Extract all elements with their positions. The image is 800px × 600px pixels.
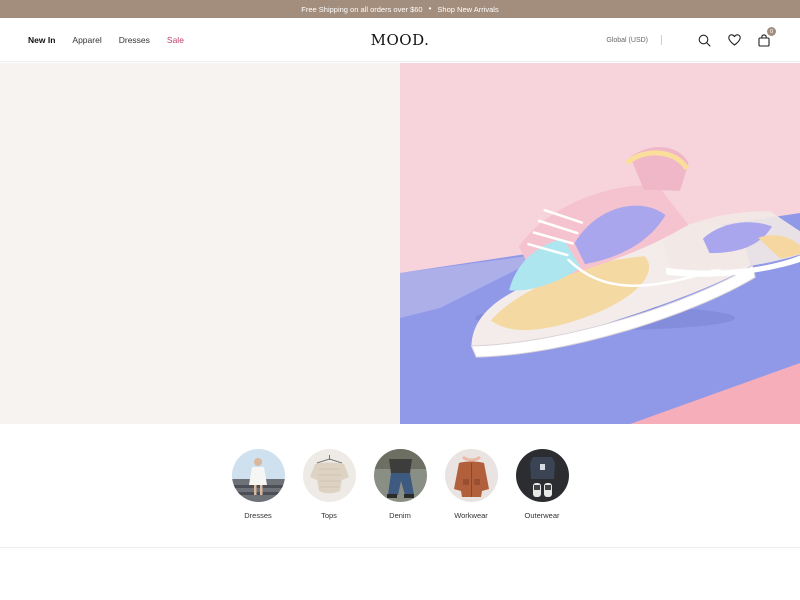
category-outerwear-label: Outerwear [524,511,560,520]
category-workwear-label: Workwear [454,511,488,520]
hero-image[interactable] [400,63,800,424]
announcement-text: Free Shipping on all orders over $60 [301,4,423,14]
category-outerwear[interactable]: Outerwear [515,449,569,529]
shop-new-arrivals-link[interactable]: Shop New Arrivals [437,5,498,14]
nav-item-new-in[interactable]: New In [28,35,55,45]
shopping-bag-icon[interactable]: 0 [756,27,776,48]
category-workwear[interactable]: Workwear [444,449,498,529]
nav-item-apparel[interactable]: Apparel [72,35,101,45]
cart-count-badge: 0 [767,27,776,36]
category-dresses-label: Dresses [244,511,272,520]
announcement-bar: Free Shipping on all orders over $60 • S… [0,0,800,18]
region-selector[interactable]: Global (USD) [606,37,648,44]
nav-item-sale[interactable]: Sale [167,35,184,45]
header-tools: Global (USD) 0 [606,18,776,62]
category-outerwear-image[interactable] [515,449,569,502]
search-icon[interactable] [696,32,712,48]
category-denim-label: Denim [389,511,411,520]
tools-divider [661,35,662,45]
site-header: New In Apparel Dresses Sale MOOD. Global… [0,18,800,62]
category-denim[interactable]: Denim [373,449,427,529]
heart-icon[interactable] [726,32,742,48]
category-tops-label: Tops [321,511,337,520]
category-dresses-image[interactable] [231,449,285,502]
category-denim-image[interactable] [373,449,427,502]
category-dresses[interactable]: Dresses [231,449,285,529]
nav-item-dresses[interactable]: Dresses [119,35,150,45]
category-tops[interactable]: Tops [302,449,356,529]
hero-banner [0,63,800,424]
section-divider [0,547,800,548]
category-circles: Dresses Tops Denim Workwear Outerwear [0,449,800,529]
announcement-separator: • [428,4,432,13]
brand-logo[interactable]: MOOD. [371,31,430,49]
hero-text-panel [0,63,400,424]
main-nav: New In Apparel Dresses Sale [28,18,184,62]
category-tops-image[interactable] [302,449,356,502]
category-workwear-image[interactable] [444,449,498,502]
